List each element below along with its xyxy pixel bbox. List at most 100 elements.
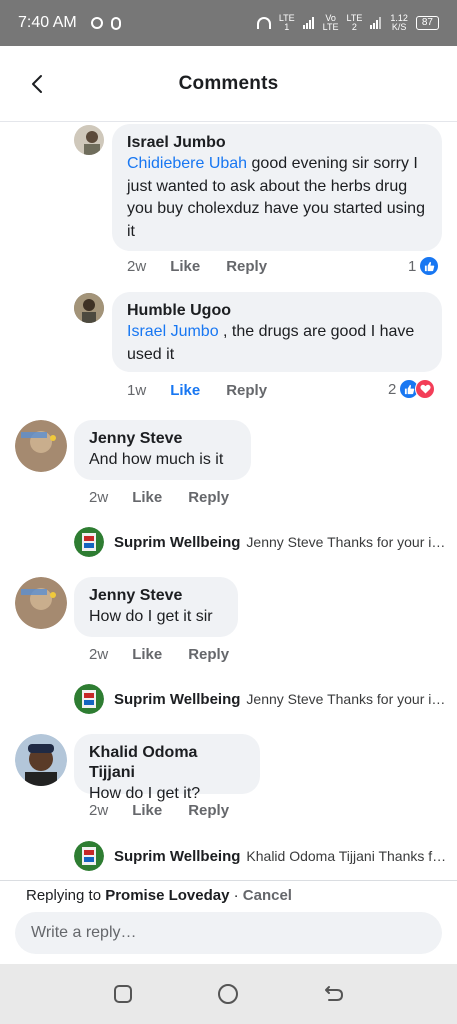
avatar-image [74, 841, 104, 871]
comment-time: 2w [89, 646, 109, 663]
avatar[interactable] [74, 841, 104, 871]
comment-time: 2w [127, 258, 147, 275]
comment-bubble[interactable]: Israel Jumbo Chidiebere Ubah good evenin… [112, 124, 442, 251]
recent-apps-button[interactable] [109, 980, 137, 1008]
comment-time: 2w [89, 489, 109, 506]
reply-text: Khalid Odoma Tijjani Thanks for your int… [246, 848, 448, 864]
network-volte: Vo LTE [323, 14, 339, 32]
net1-bottom: 1 [284, 22, 290, 32]
comment-bubble[interactable]: Jenny Steve And how much is it [74, 420, 251, 480]
network-speed: 1.12 K/S [390, 14, 408, 32]
reply-button[interactable]: Reply [188, 489, 229, 506]
replying-to-name: Promise Loveday [105, 887, 230, 904]
header: Comments [0, 46, 457, 122]
avatar[interactable] [74, 684, 104, 714]
home-button[interactable] [214, 980, 242, 1008]
network-lte1: LTE 1 [279, 14, 295, 32]
heart-icon [415, 379, 436, 399]
avatar[interactable] [74, 125, 104, 155]
notification-zero-icon [110, 16, 121, 30]
comment-author[interactable]: Khalid Odoma Tijjani [89, 743, 246, 783]
like-button[interactable]: Like [170, 258, 200, 275]
system-nav-bar [0, 964, 457, 1024]
comment-author[interactable]: Jenny Steve [89, 586, 224, 606]
avatar[interactable] [74, 293, 104, 323]
net2-bottom: LTE [322, 22, 339, 32]
status-time: 7:40 AM [18, 14, 77, 31]
avatar-image [74, 125, 104, 155]
like-button[interactable]: Like [132, 646, 162, 663]
reply-button[interactable]: Reply [226, 258, 267, 275]
comment-bubble[interactable]: Humble Ugoo Israel Jumbo , the drugs are… [112, 292, 442, 372]
like-button[interactable]: Like [132, 802, 162, 819]
reaction-count: 2 [388, 380, 397, 398]
comment-bubble[interactable]: Khalid Odoma Tijjani How do I get it? [74, 734, 260, 802]
comment-actions: 2w Like Reply [127, 258, 267, 275]
comment-bubble[interactable]: Jenny Steve How do I get it sir [74, 577, 238, 637]
reaction-summary[interactable]: 1 [408, 256, 440, 276]
headset-icon [256, 17, 271, 29]
comment-text: Chidiebere Ubah good evening sir sorry I… [127, 153, 428, 243]
status-bar: 7:40 AM LTE 1 Vo LTE LTE 2 1.12 K/S 87 [0, 0, 457, 46]
avatar[interactable] [15, 420, 67, 472]
avatar[interactable] [74, 527, 104, 557]
like-button[interactable]: Like [170, 382, 200, 399]
speed-unit: K/S [391, 22, 407, 32]
comment-author[interactable]: Jenny Steve [89, 429, 237, 449]
reaction-count: 1 [408, 257, 417, 275]
avatar[interactable] [15, 577, 67, 629]
comment-author[interactable]: Israel Jumbo [127, 133, 428, 153]
avatar-image [15, 577, 67, 629]
reply-preview[interactable]: Suprim Wellbeing Jenny Steve Thanks for … [74, 684, 448, 714]
avatar-image [15, 734, 67, 786]
comment-author[interactable]: Humble Ugoo [127, 301, 428, 321]
reply-preview[interactable]: Suprim Wellbeing Jenny Steve Thanks for … [74, 527, 448, 557]
back-arrow-icon [325, 986, 344, 1001]
comment-text: And how much is it [89, 451, 224, 468]
reply-button[interactable]: Reply [226, 382, 267, 399]
reply-author[interactable]: Suprim Wellbeing [114, 534, 240, 551]
reply-preview[interactable]: Suprim Wellbeing Khalid Odoma Tijjani Th… [74, 841, 448, 871]
comment-actions: 2w Like Reply [89, 489, 229, 506]
replying-prefix: Replying to [26, 887, 102, 904]
avatar-image [74, 293, 104, 323]
comment-text: Israel Jumbo , the drugs are good I have… [127, 321, 428, 366]
comment-time: 2w [89, 802, 109, 819]
reply-author[interactable]: Suprim Wellbeing [114, 691, 240, 708]
network-lte2: LTE 2 [347, 14, 363, 32]
signal-icon-2 [370, 17, 382, 29]
reply-button[interactable]: Reply [188, 646, 229, 663]
like-button[interactable]: Like [132, 489, 162, 506]
system-back-button[interactable] [320, 980, 348, 1008]
thumbs-up-icon [419, 256, 440, 276]
reply-author[interactable]: Suprim Wellbeing [114, 848, 240, 865]
comment-mention[interactable]: Israel Jumbo [127, 323, 219, 340]
reply-text: Jenny Steve Thanks for your interest [246, 534, 448, 550]
reaction-summary[interactable]: 2 [388, 379, 436, 399]
cancel-reply-button[interactable]: Cancel [243, 887, 292, 904]
reply-text: Jenny Steve Thanks for your interest [246, 691, 448, 707]
comment-actions: 2w Like Reply [89, 646, 229, 663]
comment-time: 1w [127, 382, 147, 399]
avatar-image [74, 527, 104, 557]
avatar[interactable] [15, 734, 67, 786]
reply-input-placeholder: Write a reply… [31, 924, 137, 941]
comment-mention[interactable]: Chidiebere Ubah [127, 155, 247, 172]
reply-input[interactable]: Write a reply… [15, 912, 442, 954]
net3-bottom: 2 [351, 22, 357, 32]
avatar-image [15, 420, 67, 472]
square-icon [113, 985, 132, 1003]
replying-to-bar: Replying to Promise Loveday · Cancel [26, 887, 292, 904]
comments-list[interactable]: Israel Jumbo Chidiebere Ubah good evenin… [0, 123, 457, 880]
reply-button[interactable]: Reply [188, 802, 229, 819]
comment-text: How do I get it sir [89, 608, 213, 625]
status-indicators: LTE 1 Vo LTE LTE 2 1.12 K/S 87 [256, 14, 439, 32]
notification-circle-icon [90, 17, 103, 29]
battery-icon: 87 [415, 16, 439, 30]
reply-composer: Replying to Promise Loveday · Cancel Wri… [0, 880, 457, 964]
back-button[interactable] [26, 72, 50, 96]
replying-separator: · [229, 887, 243, 904]
avatar-image [74, 684, 104, 714]
comment-actions: 1w Like Reply [127, 382, 267, 399]
page-title: Comments [178, 72, 279, 94]
